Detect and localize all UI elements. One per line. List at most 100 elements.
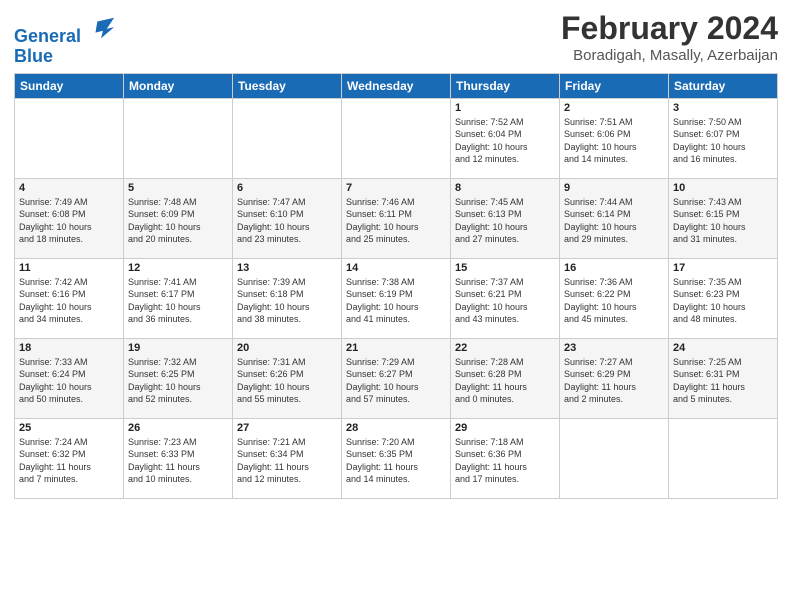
calendar-cell: 19 Sunrise: 7:32 AM Sunset: 6:25 PM Dayli… [124, 338, 233, 418]
calendar-cell: 3 Sunrise: 7:50 AM Sunset: 6:07 PM Daylig… [669, 98, 778, 178]
calendar-cell: 1 Sunrise: 7:52 AM Sunset: 6:04 PM Daylig… [451, 98, 560, 178]
logo-bird-icon [88, 14, 116, 42]
day-number: 14 [346, 262, 446, 274]
calendar-cell: 12 Sunrise: 7:41 AM Sunset: 6:17 PM Dayli… [124, 258, 233, 338]
calendar-cell: 26 Sunrise: 7:23 AM Sunset: 6:33 PM Dayli… [124, 418, 233, 498]
day-number: 9 [564, 182, 664, 194]
day-info: Sunrise: 7:48 AM Sunset: 6:09 PM Dayligh… [128, 196, 228, 246]
col-header-thursday: Thursday [451, 73, 560, 98]
day-info: Sunrise: 7:49 AM Sunset: 6:08 PM Dayligh… [19, 196, 119, 246]
day-number: 27 [237, 422, 337, 434]
day-info: Sunrise: 7:27 AM Sunset: 6:29 PM Dayligh… [564, 356, 664, 406]
col-header-monday: Monday [124, 73, 233, 98]
day-info: Sunrise: 7:45 AM Sunset: 6:13 PM Dayligh… [455, 196, 555, 246]
calendar-cell: 25 Sunrise: 7:24 AM Sunset: 6:32 PM Dayli… [15, 418, 124, 498]
day-info: Sunrise: 7:35 AM Sunset: 6:23 PM Dayligh… [673, 276, 773, 326]
day-number: 22 [455, 342, 555, 354]
col-header-friday: Friday [560, 73, 669, 98]
day-info: Sunrise: 7:33 AM Sunset: 6:24 PM Dayligh… [19, 356, 119, 406]
day-info: Sunrise: 7:31 AM Sunset: 6:26 PM Dayligh… [237, 356, 337, 406]
col-header-sunday: Sunday [15, 73, 124, 98]
calendar-cell: 7 Sunrise: 7:46 AM Sunset: 6:11 PM Daylig… [342, 178, 451, 258]
day-number: 15 [455, 262, 555, 274]
day-number: 12 [128, 262, 228, 274]
day-number: 7 [346, 182, 446, 194]
day-info: Sunrise: 7:46 AM Sunset: 6:11 PM Dayligh… [346, 196, 446, 246]
day-info: Sunrise: 7:51 AM Sunset: 6:06 PM Dayligh… [564, 116, 664, 166]
day-number: 1 [455, 102, 555, 114]
calendar-cell: 10Sunrise: 7:43 AM Sunset: 6:15 PM Dayli… [669, 178, 778, 258]
calendar-cell: 9 Sunrise: 7:44 AM Sunset: 6:14 PM Daylig… [560, 178, 669, 258]
day-info: Sunrise: 7:42 AM Sunset: 6:16 PM Dayligh… [19, 276, 119, 326]
day-number: 4 [19, 182, 119, 194]
calendar-cell: 2 Sunrise: 7:51 AM Sunset: 6:06 PM Daylig… [560, 98, 669, 178]
calendar-cell [15, 98, 124, 178]
calendar-cell [560, 418, 669, 498]
calendar-cell: 17 Sunrise: 7:35 AM Sunset: 6:23 PM Dayli… [669, 258, 778, 338]
header: General Blue February 2024 Boradigah, Ma… [14, 10, 778, 67]
day-info: Sunrise: 7:21 AM Sunset: 6:34 PM Dayligh… [237, 436, 337, 486]
calendar-cell: 14 Sunrise: 7:38 AM Sunset: 6:19 PM Dayli… [342, 258, 451, 338]
calendar-cell: 18 Sunrise: 7:33 AM Sunset: 6:24 PM Dayli… [15, 338, 124, 418]
day-info: Sunrise: 7:24 AM Sunset: 6:32 PM Dayligh… [19, 436, 119, 486]
calendar-cell: 21 Sunrise: 7:29 AM Sunset: 6:27 PM Dayli… [342, 338, 451, 418]
calendar-cell: 20Sunrise: 7:31 AM Sunset: 6:26 PM Dayli… [233, 338, 342, 418]
day-number: 19 [128, 342, 228, 354]
day-number: 17 [673, 262, 773, 274]
day-number: 13 [237, 262, 337, 274]
calendar-cell [124, 98, 233, 178]
day-number: 2 [564, 102, 664, 114]
logo-text: General [14, 14, 116, 47]
calendar-cell: 28 Sunrise: 7:20 AM Sunset: 6:35 PM Dayli… [342, 418, 451, 498]
day-info: Sunrise: 7:41 AM Sunset: 6:17 PM Dayligh… [128, 276, 228, 326]
calendar-cell: 22 Sunrise: 7:28 AM Sunset: 6:28 PM Dayli… [451, 338, 560, 418]
day-info: Sunrise: 7:38 AM Sunset: 6:19 PM Dayligh… [346, 276, 446, 326]
day-number: 10 [673, 182, 773, 194]
logo-line2: Blue [14, 47, 116, 67]
calendar-cell: 23 Sunrise: 7:27 AM Sunset: 6:29 PM Dayli… [560, 338, 669, 418]
day-number: 28 [346, 422, 446, 434]
day-number: 16 [564, 262, 664, 274]
day-number: 29 [455, 422, 555, 434]
day-number: 3 [673, 102, 773, 114]
day-info: Sunrise: 7:18 AM Sunset: 6:36 PM Dayligh… [455, 436, 555, 486]
day-number: 6 [237, 182, 337, 194]
calendar-cell: 24 Sunrise: 7:25 AM Sunset: 6:31 PM Dayli… [669, 338, 778, 418]
day-info: Sunrise: 7:39 AM Sunset: 6:18 PM Dayligh… [237, 276, 337, 326]
calendar-cell: 4 Sunrise: 7:49 AM Sunset: 6:08 PM Daylig… [15, 178, 124, 258]
subtitle: Boradigah, Masally, Azerbaijan [561, 47, 778, 64]
day-number: 8 [455, 182, 555, 194]
calendar-cell: 29 Sunrise: 7:18 AM Sunset: 6:36 PM Dayli… [451, 418, 560, 498]
day-number: 24 [673, 342, 773, 354]
day-info: Sunrise: 7:25 AM Sunset: 6:31 PM Dayligh… [673, 356, 773, 406]
calendar-cell [342, 98, 451, 178]
day-info: Sunrise: 7:50 AM Sunset: 6:07 PM Dayligh… [673, 116, 773, 166]
logo: General Blue [14, 14, 116, 67]
day-number: 21 [346, 342, 446, 354]
day-number: 18 [19, 342, 119, 354]
calendar-table: SundayMondayTuesdayWednesdayThursdayFrid… [14, 73, 778, 499]
day-number: 25 [19, 422, 119, 434]
calendar-cell [669, 418, 778, 498]
day-info: Sunrise: 7:29 AM Sunset: 6:27 PM Dayligh… [346, 356, 446, 406]
day-info: Sunrise: 7:28 AM Sunset: 6:28 PM Dayligh… [455, 356, 555, 406]
col-header-wednesday: Wednesday [342, 73, 451, 98]
day-info: Sunrise: 7:44 AM Sunset: 6:14 PM Dayligh… [564, 196, 664, 246]
calendar-cell: 15 Sunrise: 7:37 AM Sunset: 6:21 PM Dayli… [451, 258, 560, 338]
day-info: Sunrise: 7:23 AM Sunset: 6:33 PM Dayligh… [128, 436, 228, 486]
day-info: Sunrise: 7:32 AM Sunset: 6:25 PM Dayligh… [128, 356, 228, 406]
page: General Blue February 2024 Boradigah, Ma… [0, 0, 792, 612]
day-info: Sunrise: 7:36 AM Sunset: 6:22 PM Dayligh… [564, 276, 664, 326]
calendar-cell: 5Sunrise: 7:48 AM Sunset: 6:09 PM Daylig… [124, 178, 233, 258]
day-number: 26 [128, 422, 228, 434]
day-number: 11 [19, 262, 119, 274]
day-info: Sunrise: 7:52 AM Sunset: 6:04 PM Dayligh… [455, 116, 555, 166]
calendar-cell: 8 Sunrise: 7:45 AM Sunset: 6:13 PM Daylig… [451, 178, 560, 258]
day-info: Sunrise: 7:47 AM Sunset: 6:10 PM Dayligh… [237, 196, 337, 246]
day-number: 23 [564, 342, 664, 354]
col-header-saturday: Saturday [669, 73, 778, 98]
day-info: Sunrise: 7:37 AM Sunset: 6:21 PM Dayligh… [455, 276, 555, 326]
day-info: Sunrise: 7:20 AM Sunset: 6:35 PM Dayligh… [346, 436, 446, 486]
calendar-cell: 16 Sunrise: 7:36 AM Sunset: 6:22 PM Dayli… [560, 258, 669, 338]
calendar-cell: 6 Sunrise: 7:47 AM Sunset: 6:10 PM Daylig… [233, 178, 342, 258]
